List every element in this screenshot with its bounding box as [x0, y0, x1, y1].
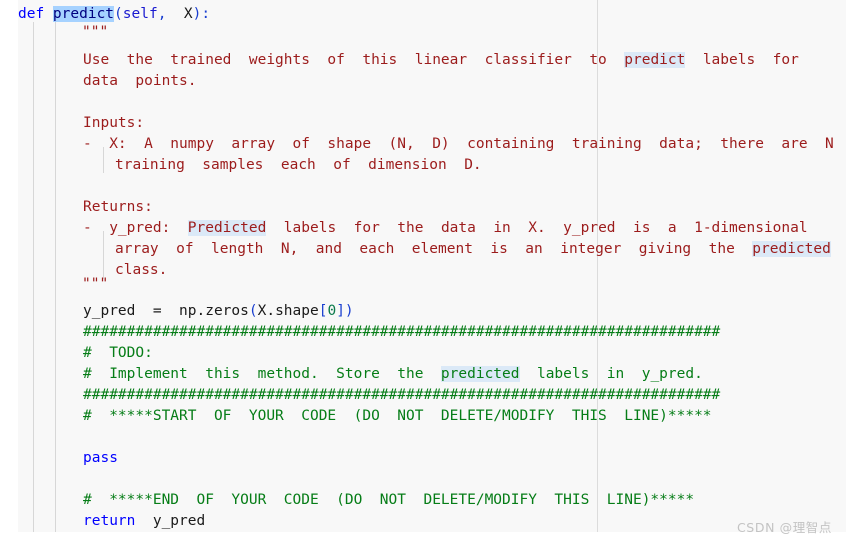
code-token: # *****END OF YOUR CODE (DO NOT DELETE/M…: [83, 492, 695, 508]
code-line[interactable]: # *****START OF YOUR CODE (DO NOT DELETE…: [83, 406, 712, 427]
code-token: training samples each of dimension D.: [115, 157, 482, 173]
code-token: predicted: [752, 241, 831, 257]
code-token: data points.: [83, 73, 197, 89]
code-token: """: [82, 24, 109, 40]
code-token: ]: [336, 303, 345, 319]
code-token: array of length N, and each element is a…: [115, 241, 753, 257]
code-token: Returns:: [83, 199, 153, 215]
code-token: predicted: [440, 366, 520, 382]
code-line[interactable]: data points.: [83, 71, 197, 92]
code-line[interactable]: """: [82, 22, 108, 43]
code-token: ,: [157, 6, 176, 22]
code-token: class.: [115, 262, 168, 278]
editor-bottom-margin: [0, 532, 846, 550]
code-token: - y_pred:: [83, 220, 188, 236]
code-token: ):: [192, 6, 211, 22]
code-line[interactable]: training samples each of dimension D.: [115, 155, 482, 176]
code-token: ########################################…: [83, 387, 721, 403]
code-token: ): [344, 303, 354, 319]
code-token: - X: A numpy array of shape (N, D) conta…: [83, 136, 834, 152]
code-token: pass: [83, 450, 118, 466]
code-token: """: [82, 276, 109, 292]
code-editor-screenshot: def predict(self, X): """ Use the trained …: [0, 0, 846, 550]
code-token: labels for the data in X. y_pred is a 1-…: [266, 220, 808, 236]
csdn-watermark: CSDN @理智点: [736, 520, 832, 535]
code-line[interactable]: class.: [115, 260, 167, 281]
code-line[interactable]: - y_pred: Predicted labels for the data …: [83, 218, 808, 239]
code-token: (: [114, 6, 123, 22]
code-token: X.shape: [257, 303, 319, 319]
code-token: Use the trained weights of this linear c…: [83, 52, 625, 68]
code-token: labels for: [685, 52, 799, 68]
code-token: return: [83, 513, 136, 529]
code-token: (: [248, 303, 258, 319]
code-token: Inputs:: [83, 115, 145, 131]
code-line[interactable]: """: [82, 274, 108, 295]
code-token: # TODO:: [83, 345, 153, 361]
code-line[interactable]: - X: A numpy array of shape (N, D) conta…: [83, 134, 834, 155]
code-line[interactable]: # Implement this method. Store the predi…: [83, 364, 703, 385]
code-line[interactable]: Inputs:: [83, 113, 144, 134]
code-token: y_pred: [135, 513, 206, 529]
code-line[interactable]: Use the trained weights of this linear c…: [83, 50, 799, 71]
code-line[interactable]: ########################################…: [83, 322, 720, 343]
code-token: 0: [327, 303, 337, 319]
code-token: def: [18, 6, 53, 22]
code-token: labels in y_pred.: [519, 366, 703, 382]
code-token: predict: [624, 52, 686, 68]
code-text-layer[interactable]: def predict(self, X): """ Use the trained …: [0, 0, 846, 532]
code-token: self: [122, 6, 158, 22]
code-line[interactable]: ########################################…: [83, 385, 720, 406]
code-line[interactable]: y_pred = np.zeros(X.shape[0]): [83, 301, 354, 322]
code-token: # *****START OF YOUR CODE (DO NOT DELETE…: [83, 408, 712, 424]
code-line[interactable]: # TODO:: [83, 343, 153, 364]
code-line[interactable]: array of length N, and each element is a…: [115, 239, 831, 260]
code-token: Predicted: [187, 220, 267, 236]
code-token: ########################################…: [83, 324, 721, 340]
code-line[interactable]: pass: [83, 448, 118, 469]
code-token: X: [175, 6, 193, 22]
code-token: # Implement this method. Store the: [83, 366, 441, 382]
code-token: predict: [52, 6, 115, 22]
code-token: y_pred = np.zeros: [83, 303, 249, 319]
code-line[interactable]: def predict(self, X):: [18, 4, 210, 25]
code-line[interactable]: Returns:: [83, 197, 153, 218]
code-line[interactable]: # *****END OF YOUR CODE (DO NOT DELETE/M…: [83, 490, 694, 511]
code-line[interactable]: return y_pred: [83, 511, 205, 532]
